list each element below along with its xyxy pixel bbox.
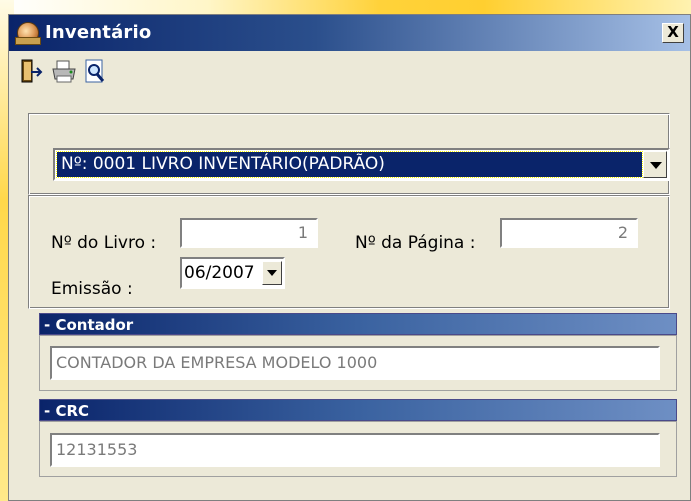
contador-field[interactable]: CONTADOR DA EMPRESA MODELO 1000 bbox=[50, 346, 660, 380]
livro-field[interactable]: 1 bbox=[180, 218, 318, 248]
book-selector-combo[interactable]: Nº: 0001 LIVRO INVENTÁRIO(PADRÃO) bbox=[53, 148, 670, 181]
printer-icon bbox=[52, 60, 76, 83]
exit-door-icon bbox=[21, 59, 43, 83]
toolbar bbox=[19, 57, 219, 93]
emissao-select[interactable]: 06/2007 bbox=[180, 257, 285, 289]
title-bar[interactable]: Inventário X bbox=[9, 15, 690, 51]
pagina-field[interactable]: 2 bbox=[500, 218, 638, 248]
pagina-label: Nº da Página : bbox=[355, 233, 476, 253]
print-button[interactable] bbox=[51, 57, 77, 89]
chevron-down-icon[interactable] bbox=[643, 151, 667, 178]
emissao-label: Emissão : bbox=[51, 279, 133, 299]
chevron-down-icon[interactable] bbox=[262, 261, 282, 285]
crc-header: - CRC bbox=[39, 399, 677, 421]
exit-button[interactable] bbox=[19, 57, 45, 89]
print-preview-icon bbox=[85, 59, 105, 83]
livro-label: Nº do Livro : bbox=[51, 233, 157, 253]
crc-field[interactable]: 12131553 bbox=[50, 433, 660, 467]
backdrop-top bbox=[0, 0, 691, 14]
emissao-value: 06/2007 bbox=[184, 263, 255, 283]
contador-header: - Contador bbox=[39, 313, 677, 335]
close-button[interactable]: X bbox=[662, 23, 684, 43]
print-preview-button[interactable] bbox=[83, 57, 109, 89]
window-title: Inventário bbox=[45, 22, 152, 43]
book-selector-value[interactable]: Nº: 0001 LIVRO INVENTÁRIO(PADRÃO) bbox=[56, 151, 643, 178]
app-icon bbox=[15, 22, 41, 45]
